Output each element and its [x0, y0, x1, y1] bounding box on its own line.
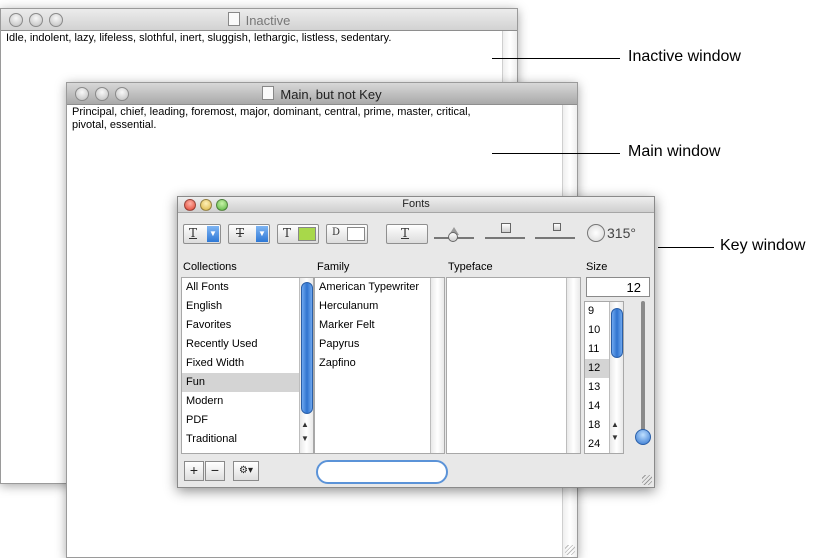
collection-item[interactable]: Traditional [182, 430, 313, 449]
family-item[interactable]: Herculanum [315, 297, 444, 316]
inactive-titlebar[interactable]: Inactive [1, 9, 517, 31]
collection-item-selected[interactable]: Fun [182, 373, 313, 392]
underline-button[interactable]: T ▼ [183, 224, 221, 244]
document-color-button[interactable]: D [326, 224, 368, 244]
scroll-down-icon[interactable]: ▼ [611, 433, 619, 442]
fonts-panel-title: Fonts [402, 198, 430, 210]
collection-item[interactable]: Modern [182, 392, 313, 411]
text-color-button[interactable]: T [277, 224, 319, 244]
size-slider[interactable] [635, 301, 651, 445]
collection-item[interactable]: Fixed Width [182, 354, 313, 373]
scroll-down-icon[interactable]: ▼ [301, 434, 309, 443]
callout-inactive-window: Inactive window [628, 48, 741, 65]
strikethrough-button[interactable]: T ▼ [228, 224, 270, 244]
collection-item[interactable]: All Fonts [182, 278, 313, 297]
collection-item[interactable]: PDF [182, 411, 313, 430]
collections-scrollbar[interactable]: ▲ ▼ [299, 278, 313, 453]
size-scrollbar[interactable]: ▲ ▼ [609, 302, 623, 453]
chevron-down-icon: ▼ [256, 226, 268, 242]
callout-main-window: Main window [628, 143, 721, 160]
shadow-angle-dial-icon[interactable] [587, 224, 605, 242]
slider-knob[interactable] [501, 223, 511, 233]
document-color-swatch [347, 227, 365, 241]
fonts-panel: Fonts T ▼ T ▼ T D T 315° Collections Fam… [177, 196, 655, 488]
typeface-scrollbar[interactable] [566, 278, 580, 453]
typeface-list[interactable] [446, 277, 581, 454]
resize-grip-icon[interactable] [565, 545, 575, 555]
scroll-up-icon[interactable]: ▲ [301, 420, 309, 429]
typeface-header: Typeface [448, 261, 493, 273]
remove-collection-button[interactable]: − [205, 461, 225, 481]
collection-item[interactable]: Recently Used [182, 335, 313, 354]
callout-line-main [492, 153, 620, 154]
chevron-down-icon: ▼ [207, 226, 219, 242]
shadow-icon: T [401, 226, 410, 240]
family-item[interactable]: Marker Felt [315, 316, 444, 335]
action-gear-button[interactable]: ⚙▾ [233, 461, 259, 481]
underline-icon: T [189, 226, 198, 240]
family-list[interactable]: American Typewriter Herculanum Marker Fe… [314, 277, 445, 454]
family-scrollbar[interactable] [430, 278, 444, 453]
callout-key-window: Key window [720, 237, 806, 254]
callout-line-inactive [492, 58, 620, 59]
shadow-button[interactable]: T [386, 224, 428, 244]
main-window-text[interactable]: Principal, chief, leading, foremost, maj… [72, 106, 471, 132]
shadow-opacity-slider[interactable] [434, 227, 474, 242]
inactive-window-text[interactable]: Idle, indolent, lazy, lifeless, slothful… [6, 32, 391, 45]
callout-line-key [658, 247, 714, 248]
family-header: Family [317, 261, 350, 273]
collections-header: Collections [183, 261, 237, 273]
shadow-blur-slider[interactable] [485, 223, 525, 239]
text-color-icon: T [283, 226, 292, 240]
size-input[interactable]: 12 [586, 277, 650, 297]
scroll-thumb[interactable] [611, 308, 623, 358]
family-item[interactable]: Papyrus [315, 335, 444, 354]
main-text-line-1: Principal, chief, leading, foremost, maj… [72, 106, 471, 118]
document-icon [227, 12, 240, 26]
shadow-offset-slider[interactable] [535, 223, 575, 239]
add-collection-button[interactable]: + [184, 461, 204, 481]
size-slider-knob[interactable] [635, 429, 651, 445]
collection-item[interactable]: English [182, 297, 313, 316]
size-header: Size [586, 261, 608, 273]
main-text-line-2: pivotal, essential. [72, 119, 157, 131]
family-item[interactable]: Zapfino [315, 354, 444, 373]
font-search-field[interactable] [316, 460, 448, 484]
fonts-toolbar: T ▼ T ▼ T D T 315° [178, 213, 654, 253]
size-list[interactable]: 9 10 11 12 13 14 18 24 ▲ ▼ [584, 301, 624, 454]
collection-item[interactable]: Favorites [182, 316, 313, 335]
document-icon [262, 86, 275, 100]
resize-grip-icon[interactable] [642, 475, 652, 485]
document-color-icon: D [332, 227, 341, 238]
shadow-angle-value: 315° [607, 225, 636, 241]
text-color-swatch [298, 227, 316, 241]
slider-knob[interactable] [553, 223, 561, 231]
main-window-title: Main, but not Key [67, 86, 577, 102]
family-item[interactable]: American Typewriter [315, 278, 444, 297]
inactive-window-title: Inactive [1, 12, 517, 28]
fonts-panel-titlebar[interactable]: Fonts [178, 197, 654, 213]
strikethrough-icon: T [236, 226, 245, 240]
fonts-bottom-bar: + − ⚙▾ [178, 455, 654, 487]
collections-list[interactable]: All Fonts English Favorites Recently Use… [181, 277, 314, 454]
scroll-thumb[interactable] [301, 282, 313, 414]
slider-knob[interactable] [448, 232, 458, 242]
main-titlebar[interactable]: Main, but not Key [67, 83, 577, 105]
scroll-up-icon[interactable]: ▲ [611, 420, 619, 429]
